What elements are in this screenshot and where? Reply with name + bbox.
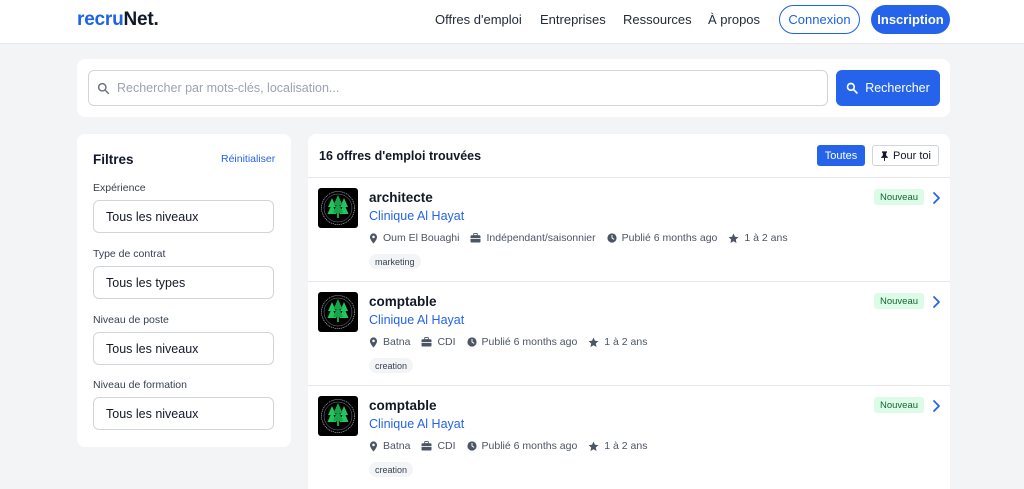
job-location-text: Batna [383, 336, 411, 348]
job-posted-text: Publié 6 months ago [621, 232, 718, 244]
job-title[interactable]: comptable [369, 294, 437, 309]
job-company[interactable]: Clinique Al Hayat [369, 417, 464, 431]
location-pin-icon [369, 336, 378, 348]
new-badge: Nouveau [874, 397, 925, 413]
job-card[interactable]: architecte Clinique Al Hayat Oum El Boua… [308, 178, 950, 282]
job-contract-text: CDI [437, 440, 456, 452]
filters-title: Filtres [93, 152, 134, 167]
job-contract: Indépendant/saisonnier [470, 232, 596, 244]
results-count: 16 offres d'emploi trouvées [319, 149, 482, 163]
filter-select-formation[interactable]: Tous les niveaux [93, 397, 274, 430]
briefcase-icon [421, 337, 432, 347]
star-icon [588, 337, 599, 347]
location-pin-icon [369, 232, 378, 244]
filter-label-experience: Expérience [93, 182, 146, 194]
job-company[interactable]: Clinique Al Hayat [369, 313, 464, 327]
job-location: Batna [369, 440, 410, 452]
company-logo [318, 396, 358, 436]
nav-link-entreprises[interactable]: Entreprises [540, 12, 606, 27]
job-tag: creation [369, 462, 414, 477]
signup-button[interactable]: Inscription [871, 5, 950, 34]
filter-label-contrat: Type de contrat [93, 248, 166, 260]
brand-logo-part1: recru [77, 9, 124, 30]
filter-select-contrat[interactable]: Tous les types [93, 266, 274, 299]
job-contract: CDI [421, 440, 456, 452]
job-company[interactable]: Clinique Al Hayat [369, 209, 464, 223]
job-location-text: Batna [383, 440, 411, 452]
search-panel: Rechercher [77, 59, 950, 117]
results-panel: 16 offres d'emploi trouvées Toutes Pour … [308, 134, 950, 489]
briefcase-icon [421, 441, 432, 451]
search-button[interactable]: Rechercher [836, 70, 940, 106]
job-tag: marketing [369, 254, 421, 269]
nav-link-offres[interactable]: Offres d'emploi [435, 12, 522, 27]
job-experience: 1 à 2 ans [728, 232, 788, 244]
job-card[interactable]: comptable Clinique Al Hayat Batna CDI Pu… [308, 282, 950, 386]
job-meta: Oum El Bouaghi Indépendant/saisonnier Pu… [369, 231, 799, 245]
job-tag: creation [369, 358, 414, 373]
job-experience-text: 1 à 2 ans [604, 336, 648, 348]
location-pin-icon [369, 440, 378, 452]
chevron-right-icon[interactable] [930, 295, 942, 309]
star-icon [728, 233, 739, 243]
login-button[interactable]: Connexion [779, 5, 860, 34]
tab-for-you-label: Pour toi [893, 149, 931, 162]
filter-label-niveau-poste: Niveau de poste [93, 314, 169, 326]
clock-icon [466, 337, 477, 347]
job-card[interactable]: comptable Clinique Al Hayat Batna CDI Pu… [308, 386, 950, 489]
search-input[interactable] [117, 71, 817, 105]
reset-filters-link[interactable]: Réinitialiser [221, 153, 275, 165]
results-header: 16 offres d'emploi trouvées Toutes Pour … [308, 134, 950, 178]
job-posted: Publié 6 months ago [466, 440, 578, 452]
job-contract-text: CDI [437, 336, 456, 348]
job-experience-text: 1 à 2 ans [744, 232, 788, 244]
nav-link-a-propos[interactable]: À propos [708, 12, 760, 27]
clock-icon [466, 441, 477, 451]
filter-select-experience[interactable]: Tous les niveaux [93, 200, 274, 233]
search-button-label: Rechercher [865, 81, 930, 95]
star-icon [588, 441, 599, 451]
chevron-right-icon[interactable] [930, 399, 942, 413]
search-field[interactable] [88, 70, 828, 106]
job-location: Oum El Bouaghi [369, 232, 459, 244]
search-icon [97, 82, 110, 95]
pin-icon [881, 150, 888, 161]
job-title[interactable]: architecte [369, 190, 433, 205]
new-badge: Nouveau [874, 293, 925, 309]
company-logo [318, 292, 358, 332]
job-meta: Batna CDI Publié 6 months ago 1 à 2 ans [369, 439, 658, 453]
job-posted: Publié 6 months ago [466, 336, 578, 348]
job-experience: 1 à 2 ans [588, 440, 647, 452]
job-title[interactable]: comptable [369, 398, 437, 413]
job-contract-text: Indépendant/saisonnier [486, 232, 596, 244]
brand-logo-part2: Net. [123, 9, 159, 30]
filters-panel: Filtres Réinitialiser Expérience Tous le… [77, 134, 291, 447]
company-logo [318, 188, 358, 228]
tab-all[interactable]: Toutes [817, 145, 865, 166]
filter-select-niveau-poste[interactable]: Tous les niveaux [93, 332, 274, 365]
job-experience-text: 1 à 2 ans [604, 440, 648, 452]
job-contract: CDI [421, 336, 456, 348]
briefcase-icon [470, 233, 481, 243]
job-posted-text: Publié 6 months ago [481, 336, 578, 348]
search-icon [846, 82, 858, 94]
job-meta: Batna CDI Publié 6 months ago 1 à 2 ans [369, 335, 658, 349]
job-posted: Publié 6 months ago [607, 232, 718, 244]
nav-link-ressources[interactable]: Ressources [623, 12, 692, 27]
job-location-text: Oum El Bouaghi [383, 232, 460, 244]
filter-label-formation: Niveau de formation [93, 379, 187, 391]
tab-for-you[interactable]: Pour toi [872, 145, 939, 166]
top-navbar: recruNet. Offres d'emploi Entreprises Re… [0, 0, 1024, 44]
clock-icon [607, 233, 617, 243]
brand-logo[interactable]: recruNet. [77, 9, 159, 31]
job-posted-text: Publié 6 months ago [481, 440, 578, 452]
chevron-right-icon[interactable] [930, 191, 942, 205]
job-experience: 1 à 2 ans [588, 336, 647, 348]
new-badge: Nouveau [874, 189, 925, 205]
job-location: Batna [369, 336, 410, 348]
